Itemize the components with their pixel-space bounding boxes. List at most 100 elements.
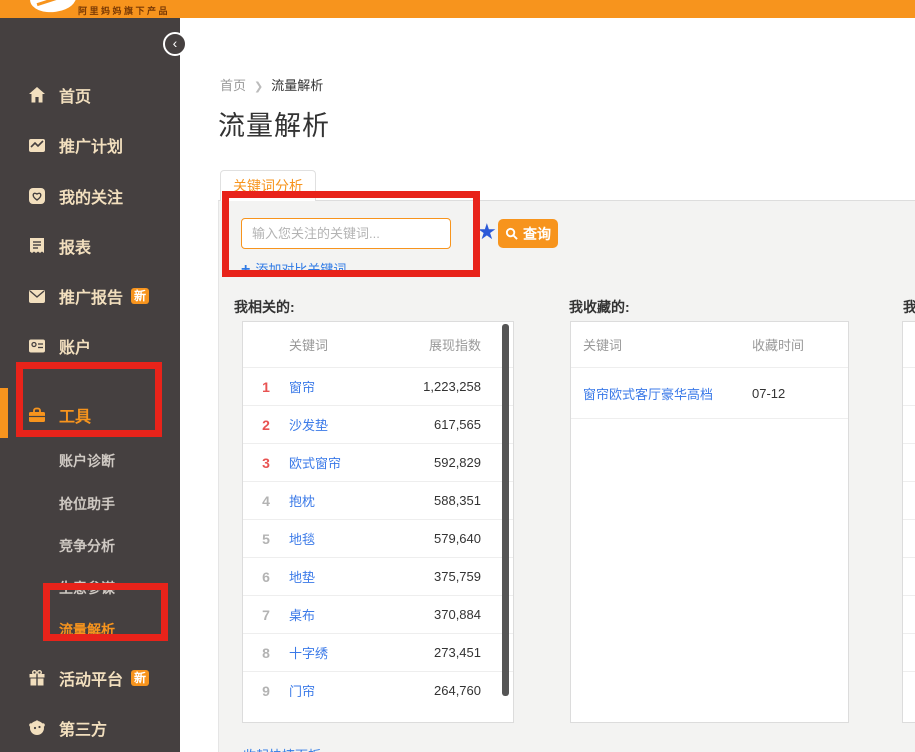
sidebar-item-label: 工具 bbox=[59, 403, 91, 427]
keyword-link[interactable]: 十字绣 bbox=[289, 646, 328, 661]
main-area: 首页 ❯ 流量解析 流量解析 关键词分析 ★ 查询 +添加对比关键词 我相关的: 关… bbox=[180, 18, 915, 752]
keyword-link[interactable]: 地垫 bbox=[289, 570, 315, 585]
table-row: 新 bbox=[903, 519, 915, 557]
table-row: 女 bbox=[903, 481, 915, 519]
favorites-table: 关键词 收藏时间 窗帘欧式客厅豪华高档 07-12 bbox=[570, 321, 849, 723]
sidebar-item-third-party[interactable]: 第三方 bbox=[0, 711, 180, 745]
keyword-analysis-panel: ★ 查询 +添加对比关键词 我相关的: 关键词 展现指数 1窗帘1,223,25… bbox=[218, 200, 915, 752]
table-row: 8十字绣 273,451 bbox=[243, 633, 513, 671]
table-header: 关 bbox=[903, 322, 915, 367]
sidebar-item-follow[interactable]: 我的关注 bbox=[0, 179, 180, 213]
keyword-link[interactable]: 地毯 bbox=[289, 532, 315, 547]
sidebar-subitem-business-advisor[interactable]: 生意参谋 bbox=[0, 571, 180, 605]
impression-value: 592,829 bbox=[381, 455, 481, 470]
rank: 8 bbox=[243, 645, 289, 661]
keyword-link[interactable]: 桌布 bbox=[289, 608, 315, 623]
sidebar: 首页 推广计划 我的关注 报表 推广报告 新 账户 工具 账户诊断 bbox=[0, 18, 180, 752]
impression-value: 617,565 bbox=[381, 417, 481, 432]
sidebar-item-account[interactable]: 账户 bbox=[0, 329, 180, 363]
sidebar-subitem-account-diagnosis[interactable]: 账户诊断 bbox=[0, 444, 180, 478]
sidebar-subitem-label: 账户诊断 bbox=[59, 451, 115, 471]
search-button[interactable]: 查询 bbox=[498, 219, 558, 248]
sidebar-item-report[interactable]: 报表 bbox=[0, 229, 180, 263]
impression-value: 273,451 bbox=[381, 645, 481, 660]
impression-value: 1,223,258 bbox=[381, 379, 481, 394]
favorite-star-icon[interactable]: ★ bbox=[477, 217, 497, 247]
alimama-logo-icon bbox=[28, 0, 78, 15]
gift-icon bbox=[27, 668, 47, 688]
keyword-link[interactable]: 窗帘 bbox=[289, 380, 315, 395]
chevron-right-icon: ❯ bbox=[254, 81, 263, 93]
sidebar-subitem-competition-analysis[interactable]: 竞争分析 bbox=[0, 529, 180, 563]
keyword-link[interactable]: 窗帘欧式客厅豪华高档 bbox=[583, 387, 713, 402]
breadcrumb-home[interactable]: 首页 bbox=[220, 78, 246, 93]
account-icon bbox=[27, 336, 47, 356]
sidebar-item-activity-platform[interactable]: 活动平台 新 bbox=[0, 661, 180, 695]
column-keyword: 关 bbox=[903, 335, 915, 354]
sidebar-subitem-rank-helper[interactable]: 抢位助手 bbox=[0, 487, 180, 521]
keyword-link[interactable]: 门帘 bbox=[289, 684, 315, 699]
keyword-link[interactable]: 欧式窗帘 bbox=[289, 456, 341, 471]
add-compare-keyword-link[interactable]: +添加对比关键词 bbox=[241, 259, 346, 279]
impression-value: 579,640 bbox=[381, 531, 481, 546]
sidebar-subitem-label: 流量解析 bbox=[59, 620, 115, 640]
keyword-link[interactable]: 抱枕 bbox=[289, 494, 315, 509]
table-row: 4抱枕588,351 bbox=[243, 481, 513, 519]
column-impression-index: 展现指数 bbox=[381, 335, 481, 354]
sidebar-item-label: 账户 bbox=[59, 334, 91, 358]
table-row: 7桌布370,884 bbox=[243, 595, 513, 633]
sidebar-item-home[interactable]: 首页 bbox=[0, 78, 180, 112]
sidebar-item-promo-report[interactable]: 推广报告 新 bbox=[0, 279, 180, 313]
table-row: 1窗帘1,223,258 bbox=[243, 367, 513, 405]
keyword-link[interactable]: 沙发垫 bbox=[289, 418, 328, 433]
rank: 2 bbox=[243, 417, 289, 433]
vertical-scrollbar[interactable] bbox=[502, 324, 509, 696]
breadcrumb: 首页 ❯ 流量解析 bbox=[220, 75, 323, 94]
clipped-panel-title: 我 bbox=[903, 297, 915, 317]
sidebar-subitem-label: 生意参谋 bbox=[59, 578, 115, 598]
table-row: 野 bbox=[903, 557, 915, 595]
tab-keyword-analysis[interactable]: 关键词分析 bbox=[220, 170, 316, 201]
rank: 6 bbox=[243, 569, 289, 585]
sidebar-subitem-label: 竞争分析 bbox=[59, 536, 115, 556]
keyword-search-input[interactable] bbox=[241, 218, 451, 249]
report-icon bbox=[27, 236, 47, 256]
app-window: 阿里妈妈旗下产品 首页 推广计划 我的关注 报表 推广报告 新 账户 bbox=[0, 0, 915, 752]
new-badge: 新 bbox=[131, 670, 149, 686]
sidebar-item-campaign[interactable]: 推广计划 bbox=[0, 128, 180, 162]
table-header: 关键词 收藏时间 bbox=[571, 322, 848, 367]
sidebar-collapse-button[interactable]: ‹ bbox=[163, 32, 187, 56]
table-row: 2沙发垫 617,565 bbox=[243, 405, 513, 443]
clipped-table: 关 窗 小 三 女 新 野 女 黑 冰 bbox=[902, 321, 915, 723]
sidebar-subitem-label: 抢位助手 bbox=[59, 494, 115, 514]
sidebar-item-label: 我的关注 bbox=[59, 184, 123, 208]
home-icon bbox=[27, 85, 47, 105]
robot-icon bbox=[27, 718, 47, 738]
page-title: 流量解析 bbox=[218, 104, 330, 143]
promo-report-icon bbox=[27, 286, 47, 306]
favorite-time: 07-12 bbox=[752, 386, 848, 401]
sidebar-item-label: 第三方 bbox=[59, 716, 107, 740]
table-row: 三 bbox=[903, 443, 915, 481]
table-row: 黑 bbox=[903, 633, 915, 671]
breadcrumb-current: 流量解析 bbox=[271, 78, 323, 93]
collapse-quick-panel-link[interactable]: 收起快捷面板 ∧ bbox=[243, 745, 334, 752]
related-panel-title: 我相关的: bbox=[234, 297, 295, 317]
table-row: 6地垫 375,759 bbox=[243, 557, 513, 595]
sidebar-subitem-traffic-analysis[interactable]: 流量解析 bbox=[0, 613, 180, 647]
new-badge: 新 bbox=[131, 288, 149, 304]
table-row: 3欧式窗帘 592,829 bbox=[243, 443, 513, 481]
search-icon bbox=[505, 227, 518, 240]
table-row: 冰 bbox=[903, 671, 915, 709]
sidebar-item-label: 推广计划 bbox=[59, 133, 123, 157]
rank: 9 bbox=[243, 683, 289, 699]
impression-value: 375,759 bbox=[381, 569, 481, 584]
plus-icon: + bbox=[241, 261, 250, 278]
toolbox-icon bbox=[27, 405, 47, 425]
search-button-label: 查询 bbox=[523, 224, 551, 244]
impression-value: 264,760 bbox=[381, 683, 481, 698]
sidebar-item-tools[interactable]: 工具 bbox=[0, 398, 180, 432]
column-keyword: 关键词 bbox=[289, 335, 381, 354]
rank: 3 bbox=[243, 455, 289, 471]
table-row: 小 bbox=[903, 405, 915, 443]
